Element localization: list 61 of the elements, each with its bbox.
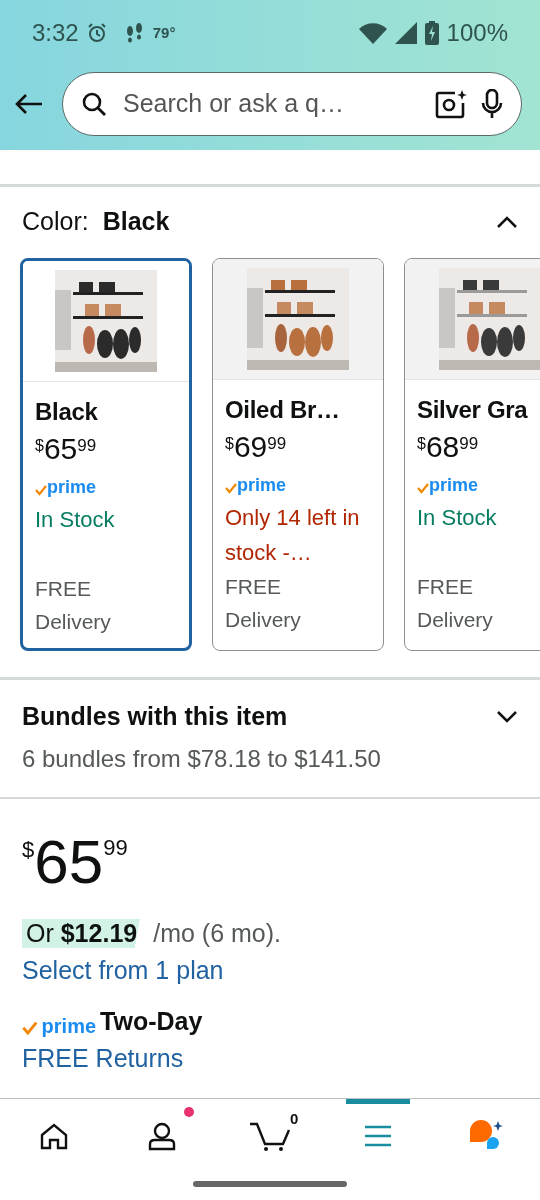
currency-symbol: $ [22,837,35,862]
prime-logo: prime [47,478,97,496]
microphone-icon[interactable] [481,88,503,119]
installment-term: /mo (6 mo). [153,919,281,948]
search-bar[interactable]: Search or ask a q… [62,71,522,136]
plan-link[interactable]: Select from 1 plan [22,956,224,985]
back-button[interactable] [14,92,44,115]
price-fraction: 99 [77,436,97,456]
prime-logo: prime [41,1016,97,1036]
shipping-text: FREE [35,576,92,602]
nav-tab[interactable]: 0 [238,1099,302,1168]
stock-status: In Stock [35,506,116,534]
shipping-text: Delivery [35,609,112,635]
price-whole: 68 [425,432,460,462]
shipping-text: Delivery [417,607,494,633]
price-whole: 69 [233,432,268,462]
wifi-icon [358,21,387,44]
camera-icon[interactable] [435,88,467,119]
battery-icon [424,20,439,45]
check-icon [225,482,237,494]
person-icon [147,1121,177,1151]
search-field[interactable]: Search or ask a q… [121,88,421,119]
option-name: Black [35,398,99,426]
price-whole: 65 [34,831,104,893]
shipping-text: FREE [225,574,282,600]
option-name: Oiled Br… [225,396,341,424]
check-icon [417,482,429,494]
shipping-text: Delivery [225,607,302,633]
alarm-icon [86,22,107,43]
chevron-down-icon[interactable] [496,709,518,724]
check-icon [35,484,47,496]
price-fraction: 99 [459,434,479,454]
currency-symbol: $ [35,437,44,454]
battery-percentage: 100% [446,18,508,47]
cart-count: 0 [290,1110,299,1127]
bundles-summary: 6 bundles from $78.18 to $141.50 [21,745,382,773]
stock-status: In Stock [417,504,498,532]
price-fraction: 99 [267,434,287,454]
option-name: Silver Gra [417,396,529,424]
currency-symbol: $ [225,435,234,452]
color-label: Color: [22,207,89,236]
home-icon [39,1122,69,1150]
weather-temperature: 79° [152,24,176,41]
prime-logo: prime [429,476,479,494]
prime-logo: prime [237,476,287,494]
chevron-up-icon[interactable] [496,214,518,229]
menu-icon [364,1125,392,1147]
check-icon [22,1020,38,1036]
delivery-speed: Two-Day [100,1007,203,1036]
search-icon [81,90,107,117]
currency-symbol: $ [417,435,426,452]
cart-icon [249,1120,291,1152]
bundles-title: Bundles with this item [22,702,289,731]
signal-icon [394,21,417,44]
status-time: 3:32 [32,18,79,47]
selected-color: Black [102,207,170,236]
shipping-text: FREE [417,574,474,600]
returns-link[interactable]: FREE Returns [22,1044,184,1073]
price-fraction: 99 [103,835,128,861]
price-whole: 65 [43,434,78,464]
stock-status: Only 14 left in stock -… [225,504,361,567]
